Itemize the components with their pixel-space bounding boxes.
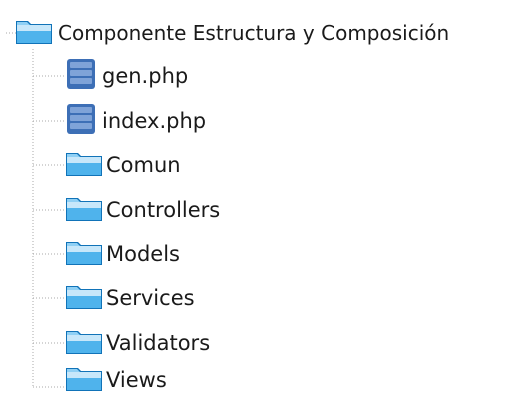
file-tree: Componente Estructura y Composición gen.…	[0, 0, 522, 401]
tree-node-folder-services[interactable]: Services	[64, 280, 195, 316]
folder-icon	[64, 362, 104, 398]
tree-node-file-gen-php[interactable]: gen.php	[64, 58, 188, 94]
tree-node-label: index.php	[102, 109, 207, 133]
tree-node-folder-views[interactable]: Views	[64, 362, 167, 398]
folder-icon	[14, 15, 54, 51]
php-file-icon	[64, 102, 100, 140]
tree-node-root-folder[interactable]: Componente Estructura y Composición	[14, 15, 449, 51]
folder-icon	[64, 236, 104, 272]
tree-node-folder-comun[interactable]: Comun	[64, 147, 181, 183]
tree-node-folder-validators[interactable]: Validators	[64, 325, 210, 361]
tree-node-label: Views	[106, 368, 167, 392]
php-file-icon	[64, 57, 100, 95]
tree-node-label: Models	[106, 242, 180, 266]
folder-icon	[64, 192, 104, 228]
tree-node-label: Services	[106, 286, 195, 310]
tree-node-label: Validators	[106, 331, 211, 355]
tree-node-folder-models[interactable]: Models	[64, 236, 180, 272]
folder-icon	[64, 325, 104, 361]
folder-icon	[64, 147, 104, 183]
tree-node-label: Controllers	[106, 198, 221, 222]
tree-node-label: gen.php	[102, 64, 189, 88]
tree-node-file-index-php[interactable]: index.php	[64, 103, 206, 139]
tree-node-label: Componente Estructura y Composición	[58, 21, 450, 45]
tree-node-label: Comun	[106, 153, 181, 177]
folder-icon	[64, 280, 104, 316]
tree-node-folder-controllers[interactable]: Controllers	[64, 192, 220, 228]
